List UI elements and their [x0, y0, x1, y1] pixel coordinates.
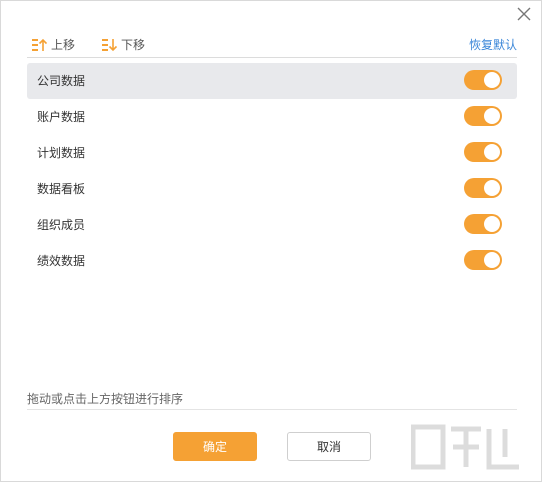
divider [27, 409, 517, 410]
toolbar: 上移 下移 恢复默认 [27, 35, 517, 58]
close-icon[interactable] [515, 5, 533, 23]
watermark-logo [411, 424, 519, 470]
list-item[interactable]: 账户数据 [27, 99, 517, 135]
list-item-label: 组织成员 [37, 218, 86, 232]
toggle-knob [484, 216, 500, 232]
move-up-icon [32, 38, 47, 51]
sort-hint: 拖动或点击上方按钮进行排序 [27, 392, 184, 406]
item-list: 公司数据 账户数据 计划数据 数据看板 组织成员 绩效数据 [27, 63, 517, 279]
toggle-switch[interactable] [464, 106, 502, 126]
reset-default-link[interactable]: 恢复默认 [469, 36, 517, 53]
move-up-label: 上移 [51, 38, 76, 52]
toggle-switch[interactable] [464, 178, 502, 198]
list-item[interactable]: 数据看板 [27, 171, 517, 207]
list-item[interactable]: 计划数据 [27, 135, 517, 171]
sort-dialog: 上移 下移 恢复默认 公司数据 账户数据 计划数据 数据看板 组织成员 绩效数据… [0, 0, 542, 482]
toggle-knob [484, 252, 500, 268]
list-item-label: 计划数据 [37, 146, 86, 160]
toggle-knob [484, 72, 500, 88]
move-up-button[interactable]: 上移 [31, 36, 75, 53]
toggle-knob [484, 180, 500, 196]
list-item-label: 公司数据 [37, 74, 86, 88]
move-down-icon [102, 38, 117, 51]
list-item[interactable]: 公司数据 [27, 63, 517, 99]
toggle-switch[interactable] [464, 142, 502, 162]
toggle-switch[interactable] [464, 70, 502, 90]
list-item-label: 账户数据 [37, 110, 86, 124]
move-down-label: 下移 [121, 38, 146, 52]
list-item-label: 数据看板 [37, 182, 86, 196]
list-item[interactable]: 绩效数据 [27, 243, 517, 279]
cancel-button[interactable]: 取消 [287, 432, 371, 461]
toggle-knob [484, 108, 500, 124]
toggle-switch[interactable] [464, 214, 502, 234]
list-item-label: 绩效数据 [37, 254, 86, 268]
list-item[interactable]: 组织成员 [27, 207, 517, 243]
confirm-button[interactable]: 确定 [173, 432, 257, 461]
toggle-knob [484, 144, 500, 160]
move-down-button[interactable]: 下移 [101, 36, 145, 53]
toggle-switch[interactable] [464, 250, 502, 270]
